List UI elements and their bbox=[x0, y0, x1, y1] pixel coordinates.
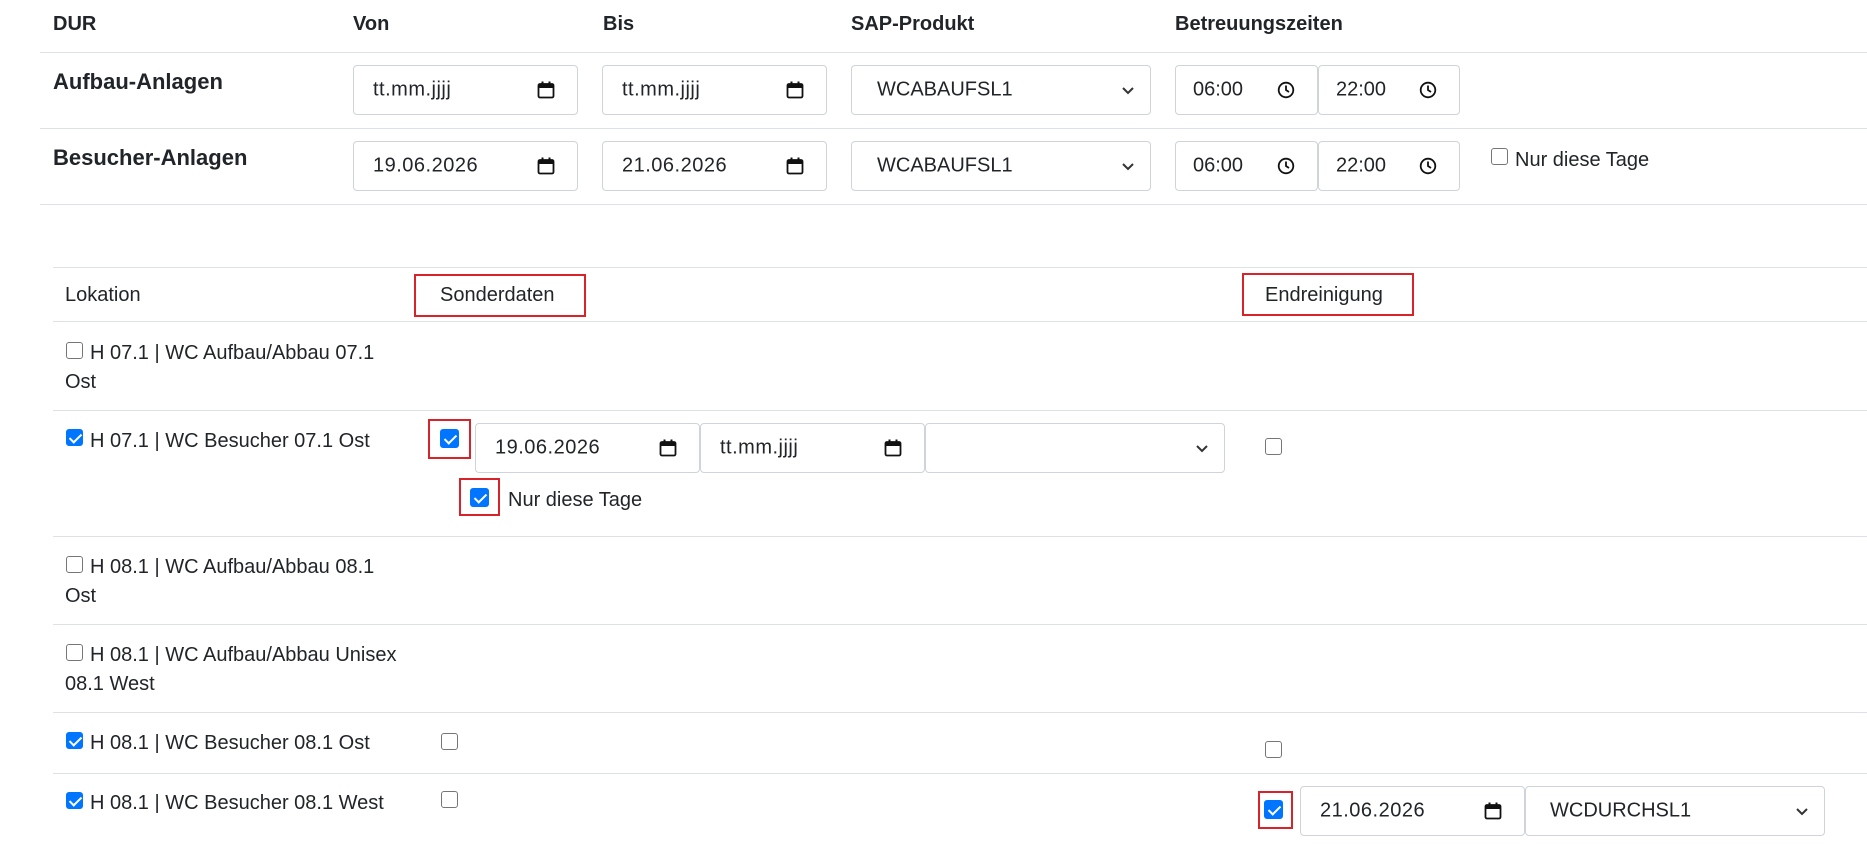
select-value: WCABAUFSL1 bbox=[877, 154, 1013, 177]
besucher-bis-date-input[interactable]: 21.06.2026 bbox=[602, 141, 827, 191]
date-value: tt.mm.jjjj bbox=[622, 78, 701, 101]
calendar-icon[interactable] bbox=[659, 439, 677, 457]
aufbau-time-to-input[interactable]: 22:00 bbox=[1318, 65, 1460, 115]
col-header-endreinigung: Endreinigung bbox=[1265, 284, 1383, 306]
date-value: 21.06.2026 bbox=[1320, 799, 1426, 822]
calendar-icon[interactable] bbox=[786, 81, 804, 99]
chevron-down-icon bbox=[1120, 158, 1136, 174]
location-checkbox[interactable] bbox=[66, 429, 83, 446]
divider bbox=[53, 536, 1867, 537]
chevron-down-icon bbox=[1194, 440, 1210, 456]
calendar-icon[interactable] bbox=[786, 157, 804, 175]
time-value: 06:00 bbox=[1193, 78, 1244, 101]
sonder-nur-diese-tage-label: Nur diese Tage bbox=[508, 489, 643, 511]
location-label-line1: H 07.1 | WC Aufbau/Abbau 07.1 bbox=[90, 342, 375, 364]
location-label: H 08.1 | WC Aufbau/Abbau Unisex 08.1 Wes… bbox=[65, 641, 425, 699]
clock-icon[interactable] bbox=[1277, 81, 1295, 99]
date-value: tt.mm.jjjj bbox=[720, 436, 799, 459]
location-checkbox[interactable] bbox=[66, 732, 83, 749]
endreinigung-checkbox[interactable] bbox=[1265, 741, 1282, 758]
location-label-line2: Ost bbox=[65, 371, 97, 393]
col-header-lokation: Lokation bbox=[65, 284, 141, 306]
divider bbox=[53, 773, 1867, 774]
besucher-nur-diese-tage-checkbox[interactable] bbox=[1491, 148, 1508, 165]
divider bbox=[53, 712, 1867, 713]
header-sap-produkt: SAP-Produkt bbox=[851, 13, 975, 35]
header-bis: Bis bbox=[603, 13, 635, 35]
col-header-sonderdaten: Sonderdaten bbox=[440, 284, 555, 306]
divider bbox=[53, 410, 1867, 411]
time-value: 22:00 bbox=[1336, 78, 1387, 101]
header-betreuungszeiten: Betreuungszeiten bbox=[1175, 13, 1343, 35]
location-label-line1: H 08.1 | WC Besucher 08.1 West bbox=[90, 792, 384, 814]
sonder-nur-diese-tage-checkbox[interactable] bbox=[470, 488, 489, 507]
calendar-icon[interactable] bbox=[884, 439, 902, 457]
clock-icon[interactable] bbox=[1277, 157, 1295, 175]
location-label-line1: H 08.1 | WC Besucher 08.1 Ost bbox=[90, 732, 370, 754]
location-checkbox[interactable] bbox=[66, 792, 83, 809]
sonder-bis-date-input[interactable]: tt.mm.jjjj bbox=[700, 423, 925, 473]
chevron-down-icon bbox=[1794, 803, 1810, 819]
location-label-line2: Ost bbox=[65, 585, 97, 607]
location-label: H 07.1 | WC Aufbau/Abbau 07.1 Ost bbox=[65, 339, 425, 397]
chevron-down-icon bbox=[1120, 82, 1136, 98]
divider bbox=[40, 204, 1867, 205]
sonderdaten-checkbox[interactable] bbox=[441, 791, 458, 808]
divider bbox=[53, 624, 1867, 625]
select-value: WCABAUFSL1 bbox=[877, 78, 1013, 101]
header-von: Von bbox=[353, 13, 390, 35]
location-label-line2: 08.1 West bbox=[65, 673, 155, 695]
location-label: H 08.1 | WC Aufbau/Abbau 08.1 Ost bbox=[65, 553, 425, 611]
calendar-icon[interactable] bbox=[537, 81, 555, 99]
date-value: 19.06.2026 bbox=[495, 436, 601, 459]
aufbau-von-date-input[interactable]: tt.mm.jjjj bbox=[353, 65, 578, 115]
date-value: tt.mm.jjjj bbox=[373, 78, 452, 101]
select-value: WCDURCHSL1 bbox=[1550, 799, 1692, 822]
sonderdaten-checkbox[interactable] bbox=[440, 429, 459, 448]
divider bbox=[53, 321, 1867, 322]
calendar-icon[interactable] bbox=[1484, 802, 1502, 820]
clock-icon[interactable] bbox=[1419, 157, 1437, 175]
calendar-icon[interactable] bbox=[537, 157, 555, 175]
besucher-time-from-input[interactable]: 06:00 bbox=[1175, 141, 1318, 191]
sonder-von-date-input[interactable]: 19.06.2026 bbox=[475, 423, 700, 473]
date-value: 19.06.2026 bbox=[373, 154, 479, 177]
location-label: H 08.1 | WC Besucher 08.1 West bbox=[90, 789, 384, 818]
location-label-line1: H 07.1 | WC Besucher 07.1 Ost bbox=[90, 430, 370, 452]
besucher-time-to-input[interactable]: 22:00 bbox=[1318, 141, 1460, 191]
sonderdaten-checkbox[interactable] bbox=[441, 733, 458, 750]
date-value: 21.06.2026 bbox=[622, 154, 728, 177]
row-label-aufbau: Aufbau-Anlagen bbox=[53, 69, 223, 94]
besucher-nur-diese-tage-label: Nur diese Tage bbox=[1515, 149, 1650, 171]
location-label: H 07.1 | WC Besucher 07.1 Ost bbox=[90, 427, 370, 456]
aufbau-time-from-input[interactable]: 06:00 bbox=[1175, 65, 1318, 115]
endreinigung-checkbox[interactable] bbox=[1264, 800, 1283, 819]
end-date-input[interactable]: 21.06.2026 bbox=[1300, 786, 1525, 836]
row-label-besucher: Besucher-Anlagen bbox=[53, 145, 248, 170]
time-value: 06:00 bbox=[1193, 154, 1244, 177]
endreinigung-checkbox[interactable] bbox=[1265, 438, 1282, 455]
divider bbox=[40, 128, 1867, 129]
location-label-line1: H 08.1 | WC Aufbau/Abbau Unisex bbox=[90, 644, 397, 666]
besucher-produkt-select[interactable]: WCABAUFSL1 bbox=[851, 141, 1151, 191]
location-label: H 08.1 | WC Besucher 08.1 Ost bbox=[90, 729, 370, 758]
time-value: 22:00 bbox=[1336, 154, 1387, 177]
aufbau-produkt-select[interactable]: WCABAUFSL1 bbox=[851, 65, 1151, 115]
aufbau-bis-date-input[interactable]: tt.mm.jjjj bbox=[602, 65, 827, 115]
divider bbox=[40, 52, 1867, 53]
end-produkt-select[interactable]: WCDURCHSL1 bbox=[1525, 786, 1825, 836]
clock-icon[interactable] bbox=[1419, 81, 1437, 99]
sonder-produkt-select[interactable] bbox=[925, 423, 1225, 473]
location-label-line1: H 08.1 | WC Aufbau/Abbau 08.1 bbox=[90, 556, 375, 578]
divider bbox=[53, 267, 1867, 268]
besucher-von-date-input[interactable]: 19.06.2026 bbox=[353, 141, 578, 191]
header-dur: DUR bbox=[53, 13, 97, 35]
